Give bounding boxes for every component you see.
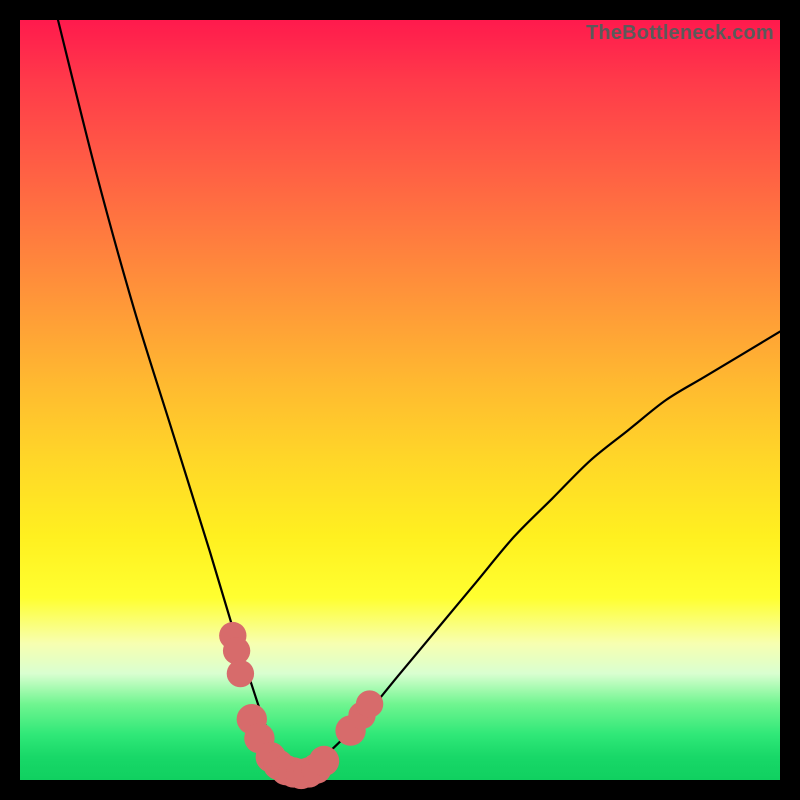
marker-2	[223, 637, 250, 664]
marker-3	[227, 660, 254, 687]
marker-13	[309, 746, 339, 776]
chart-frame: TheBottleneck.com	[0, 0, 800, 800]
watermark-text: TheBottleneck.com	[586, 22, 774, 45]
markers-group	[219, 622, 383, 789]
marker-16	[356, 690, 383, 717]
chart-overlay	[20, 20, 780, 780]
bottleneck-curve	[58, 20, 780, 776]
